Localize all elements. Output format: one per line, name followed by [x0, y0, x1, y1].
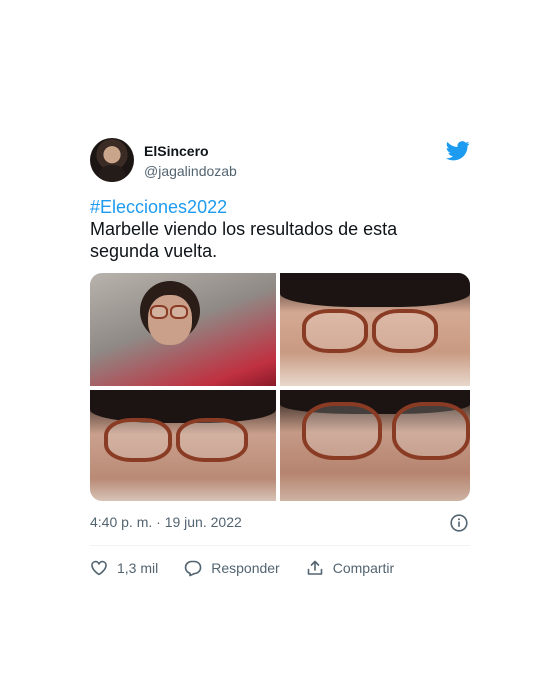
like-button[interactable]: 1,3 mil [90, 559, 158, 577]
tweet-card: ElSincero @jagalindozab #Elecciones2022 … [90, 138, 470, 577]
avatar[interactable] [90, 138, 134, 182]
reply-label: Responder [211, 560, 280, 576]
like-count: 1,3 mil [117, 560, 159, 576]
timestamp[interactable]: 4:40 p. m. · 19 jun. 2022 [90, 514, 242, 530]
heart-icon [91, 560, 107, 576]
twitter-bird-icon[interactable] [446, 141, 470, 161]
share-label: Compartir [332, 560, 395, 576]
reply-button[interactable]: Responder [184, 559, 280, 577]
tweet-meta: 4:40 p. m. · 19 jun. 2022 [90, 514, 470, 536]
divider [90, 545, 470, 546]
hashtag-link[interactable]: #Elecciones2022 [90, 196, 470, 218]
tweet-header: ElSincero @jagalindozab [90, 138, 470, 186]
author-display-name[interactable]: ElSincero [144, 143, 209, 159]
media-photo-1[interactable] [90, 273, 276, 386]
media-photo-3[interactable] [90, 390, 276, 501]
share-icon [307, 560, 323, 575]
share-button[interactable]: Compartir [306, 559, 394, 577]
author-handle[interactable]: @jagalindozab [144, 163, 237, 179]
tweet-body: Marbelle viendo los resultados de esta s… [90, 219, 398, 261]
media-photo-4[interactable] [280, 390, 470, 501]
media-grid [90, 273, 470, 501]
tweet-text: #Elecciones2022 Marbelle viendo los resu… [90, 196, 470, 262]
action-bar: 1,3 mil Responder Compartir [90, 559, 470, 577]
media-photo-2[interactable] [280, 273, 470, 386]
info-icon[interactable] [450, 514, 468, 532]
reply-icon [184, 560, 202, 577]
